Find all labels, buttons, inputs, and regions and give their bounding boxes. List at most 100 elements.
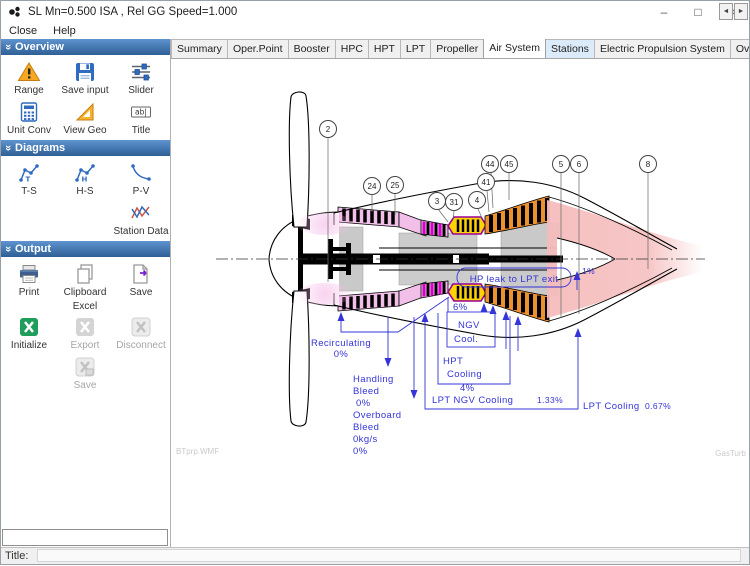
tab-booster[interactable]: Booster xyxy=(288,39,336,58)
item-label: T-S xyxy=(21,186,37,197)
sidebar-item-pv[interactable]: P-V xyxy=(114,159,168,199)
collapse-chevron-icon: » xyxy=(0,141,16,155)
excel-gray-save-icon xyxy=(73,355,97,379)
item-label: Unit Conv xyxy=(7,125,51,136)
svg-text:31: 31 xyxy=(450,198,459,207)
sidebar-item-title[interactable]: ab| Title xyxy=(114,98,168,138)
excel-gray-icon xyxy=(129,315,153,339)
sidebar-item-clipboard[interactable]: Clipboard xyxy=(58,260,112,300)
status-title-label: Title: xyxy=(5,550,28,562)
tab-hpc[interactable]: HPC xyxy=(335,39,369,58)
item-label: Range xyxy=(14,85,43,96)
svg-text:Bleed: Bleed xyxy=(353,422,379,433)
excel-gray-icon xyxy=(73,315,97,339)
excel-green-icon xyxy=(17,315,41,339)
watermark-right: GasTurb xyxy=(715,449,746,458)
ts-chart-icon: T xyxy=(17,161,41,185)
svg-text:4: 4 xyxy=(475,196,480,205)
tab-scroll-right-icon[interactable]: ► xyxy=(734,3,748,20)
svg-text:HP leak to LPT exit: HP leak to LPT exit xyxy=(470,274,559,285)
svg-text:T: T xyxy=(26,176,31,184)
svg-text:Handling: Handling xyxy=(353,374,394,385)
tab-stations[interactable]: Stations xyxy=(545,39,595,58)
station-labels: 2 24 25 3 31 4 41 44 45 5 6 8 xyxy=(320,121,657,211)
sidebar-item-unit-conv[interactable]: Unit Conv xyxy=(2,98,56,138)
panel-header-diagrams[interactable]: » Diagrams xyxy=(1,140,170,156)
sidebar-item-print[interactable]: Print xyxy=(2,260,56,300)
svg-text:NGV: NGV xyxy=(458,320,480,331)
status-title-field xyxy=(37,549,741,562)
window-title: SL Mn=0.500 ISA , Rel GG Speed=1.000 xyxy=(28,6,647,18)
set-square-icon xyxy=(73,100,97,124)
svg-text:1.33%: 1.33% xyxy=(537,395,563,405)
sidebar-item-slider[interactable]: Slider xyxy=(114,58,168,98)
sidebar-item-excel-initialize[interactable]: Initialize xyxy=(2,313,56,353)
sidebar-item-save-file[interactable]: Save xyxy=(114,260,168,300)
excel-caption: Excel xyxy=(73,300,97,313)
warning-triangle-icon xyxy=(17,60,41,84)
minimize-button[interactable]: – xyxy=(647,2,681,23)
svg-text:HPT: HPT xyxy=(443,356,463,367)
panel-header-output[interactable]: » Output xyxy=(1,241,170,257)
item-label: P-V xyxy=(133,186,150,197)
sidebar-item-excel-export: Export xyxy=(58,313,112,353)
svg-text:45: 45 xyxy=(505,160,514,169)
item-label: Initialize xyxy=(11,340,47,351)
sidebar-item-save-input[interactable]: Save input xyxy=(58,58,112,98)
svg-text:LPT NGV Cooling: LPT NGV Cooling xyxy=(432,395,513,406)
tab-scroll-left-icon[interactable]: ◄ xyxy=(719,3,733,20)
item-label: H-S xyxy=(76,186,93,197)
sidebar-item-hs[interactable]: H H-S xyxy=(58,159,112,199)
watermark-left: BTprp.WMF xyxy=(176,447,219,456)
tab-lpt[interactable]: LPT xyxy=(400,39,431,58)
menu-bar: Close Help xyxy=(1,23,749,39)
tab-overview-partial[interactable]: Ove xyxy=(730,39,749,58)
panel-header-overview[interactable]: » Overview xyxy=(1,39,170,55)
item-label: View Geo xyxy=(63,125,106,136)
sidebar-item-station-data[interactable]: Station Data xyxy=(114,199,168,239)
item-label: Station Data xyxy=(113,226,168,237)
item-label: Slider xyxy=(128,85,154,96)
svg-text:24: 24 xyxy=(368,182,377,191)
menu-close[interactable]: Close xyxy=(1,25,45,37)
svg-text:5: 5 xyxy=(559,160,564,169)
sidebar-item-excel-disconnect: Disconnect xyxy=(114,313,168,353)
tab-air-system[interactable]: Air System xyxy=(483,39,546,58)
tab-electric-propulsion[interactable]: Electric Propulsion System xyxy=(594,39,731,58)
svg-text:25: 25 xyxy=(391,181,400,190)
item-label: Print xyxy=(19,287,40,298)
menu-help[interactable]: Help xyxy=(45,25,84,37)
panel-title: Diagrams xyxy=(15,140,65,156)
tab-summary[interactable]: Summary xyxy=(171,39,228,58)
engine-lower-half xyxy=(269,259,703,426)
collapse-chevron-icon: » xyxy=(0,242,16,256)
tab-oper-point[interactable]: Oper.Point xyxy=(227,39,289,58)
sidebar-item-view-geo[interactable]: View Geo xyxy=(58,98,112,138)
svg-text:3: 3 xyxy=(435,197,440,206)
svg-text:LPT Cooling: LPT Cooling xyxy=(583,401,640,412)
panel-title: Overview xyxy=(15,39,64,55)
station-leader-lines xyxy=(328,138,648,318)
maximize-button[interactable]: □ xyxy=(681,2,715,23)
overview-items: Range Save input Slider xyxy=(1,55,170,140)
sidebar-bottom-box xyxy=(2,529,168,546)
item-label: Save xyxy=(130,287,153,298)
svg-text:44: 44 xyxy=(486,160,495,169)
tab-strip: Summary Oper.Point Booster HPC HPT LPT P… xyxy=(171,39,749,59)
air-system-annotations: Recirculating 0% Handling Bleed 0% Overb… xyxy=(311,266,671,457)
svg-text:Overboard: Overboard xyxy=(353,410,401,421)
sidebar-item-range[interactable]: Range xyxy=(2,58,56,98)
status-bar: Title: xyxy=(1,547,749,564)
item-label: Disconnect xyxy=(116,340,165,351)
sidebar-item-ts[interactable]: T T-S xyxy=(2,159,56,199)
page-export-icon xyxy=(129,262,153,286)
svg-text:8: 8 xyxy=(646,160,651,169)
pv-chart-icon xyxy=(129,161,153,185)
svg-text:Cool.: Cool. xyxy=(454,334,478,345)
svg-text:Recirculating: Recirculating xyxy=(311,338,371,349)
app-icon xyxy=(8,5,22,19)
tab-hpt[interactable]: HPT xyxy=(368,39,401,58)
tab-propeller[interactable]: Propeller xyxy=(430,39,484,58)
svg-text:0%: 0% xyxy=(334,349,349,360)
item-label: Save input xyxy=(61,85,108,96)
